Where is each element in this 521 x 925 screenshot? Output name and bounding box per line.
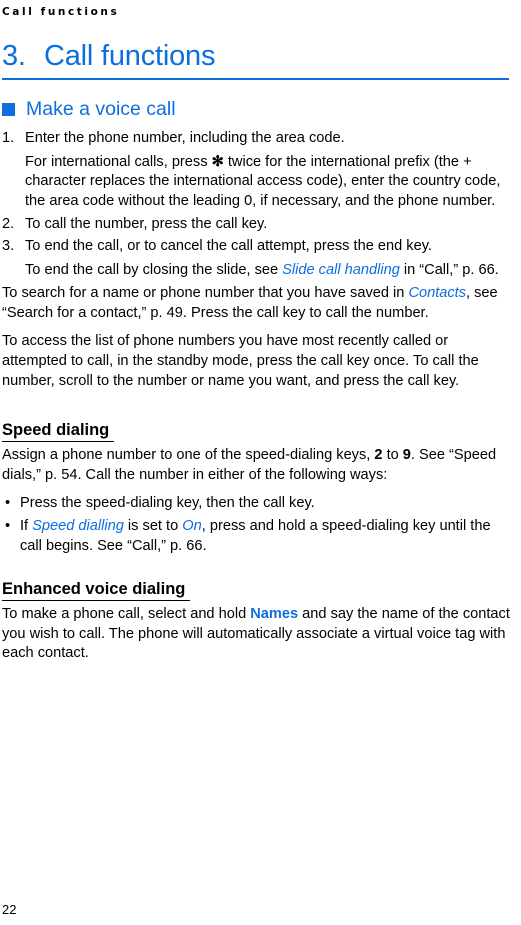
step-continuation: To end the call by closing the slide, se… [25, 261, 515, 281]
step-number: 1. [2, 130, 15, 146]
step-continuation: For international calls, press ✻ twice f… [25, 153, 515, 212]
chapter-title: 3. Call functions [2, 40, 515, 72]
subsection-heading-speed-dialing: Speed dialing [2, 420, 115, 443]
enhanced-body-part1: To make a phone call, select and hold [2, 606, 251, 623]
step-text: Enter the phone number, including the ar… [25, 130, 345, 146]
bullet-dot-icon: • [5, 517, 11, 534]
chapter-divider [2, 78, 509, 80]
bullet-text: Press the speed-dialing key, then the ca… [20, 495, 315, 512]
list-item: 3. To end the call, or to cancel the cal… [2, 237, 515, 257]
paragraph-search: To search for a name or phone number tha… [2, 284, 515, 323]
section-heading: Make a voice call [2, 98, 515, 121]
step-body: To call the number, press the call key. [25, 215, 515, 235]
subsection-heading-enhanced-voice-dialing: Enhanced voice dialing [2, 579, 191, 602]
list-item: 2. To call the number, press the call ke… [2, 215, 515, 235]
list-item: • If Speed dialling is set to On, press … [2, 517, 515, 556]
setting-value-link[interactable]: On [182, 518, 201, 534]
speed-dialing-bullet-list: • Press the speed-dialing key, then the … [2, 494, 515, 556]
bullet-dot-icon: • [5, 495, 11, 512]
cross-reference-link[interactable]: Speed dialling [32, 518, 124, 534]
speed-dialing-intro-part2: to [382, 447, 403, 464]
asterisk-glyph: ✻ [211, 153, 224, 170]
speed-dial-key-low: 2 [374, 447, 383, 464]
running-header: Call functions [2, 6, 120, 18]
section-heading-text: Make a voice call [26, 98, 176, 120]
chapter-number: 3. [2, 40, 26, 72]
step-number: 3. [2, 237, 15, 254]
cross-reference-link[interactable]: Contacts [408, 285, 466, 301]
step-continuation-part1: For international calls, press [25, 153, 212, 170]
bullet-part2: is set to [123, 517, 183, 534]
step-continuation-part1: To end the call by closing the slide, se… [25, 261, 283, 278]
step-number: 2. [2, 216, 15, 233]
paragraph-recent-calls: To access the list of phone numbers you … [2, 333, 479, 389]
bullet-text: If Speed dialling is set to On, press an… [20, 517, 515, 556]
list-item: • Press the speed-dialing key, then the … [2, 494, 515, 514]
speed-dialing-intro-part1: Assign a phone number to one of the spee… [2, 447, 375, 464]
square-bullet-icon [2, 103, 15, 116]
enhanced-voice-dialing-section: Enhanced voice dialing [2, 559, 515, 605]
list-item: 1. Enter the phone number, including the… [2, 129, 515, 149]
step-body: Enter the phone number, including the ar… [25, 129, 515, 149]
speed-dialing-intro: Assign a phone number to one of the spee… [2, 446, 515, 485]
step-continuation-part2: in “Call,” p. 66. [399, 261, 499, 278]
ui-term-names[interactable]: Names [250, 606, 298, 622]
chapter-title-text: Call functions [44, 40, 216, 72]
step-text: To end the call, or to cancel the call a… [25, 237, 432, 254]
bullet-part1: If [20, 517, 33, 534]
cross-reference-link[interactable]: Slide call handling [282, 262, 400, 278]
enhanced-voice-dialing-body: To make a phone call, select and hold Na… [2, 605, 515, 664]
step-text: To call the number, press the call key. [25, 216, 268, 233]
speed-dial-key-high: 9 [402, 447, 411, 464]
paragraph-search-part1: To search for a name or phone number tha… [2, 285, 409, 302]
step-body: To end the call, or to cancel the call a… [25, 237, 515, 257]
document-page: Call functions 3. Call functions Make a … [0, 0, 521, 925]
numbered-steps-list: 1. Enter the phone number, including the… [2, 129, 515, 280]
page-number: 22 [2, 902, 17, 917]
speed-dialing-section: Speed dialing [2, 400, 515, 446]
